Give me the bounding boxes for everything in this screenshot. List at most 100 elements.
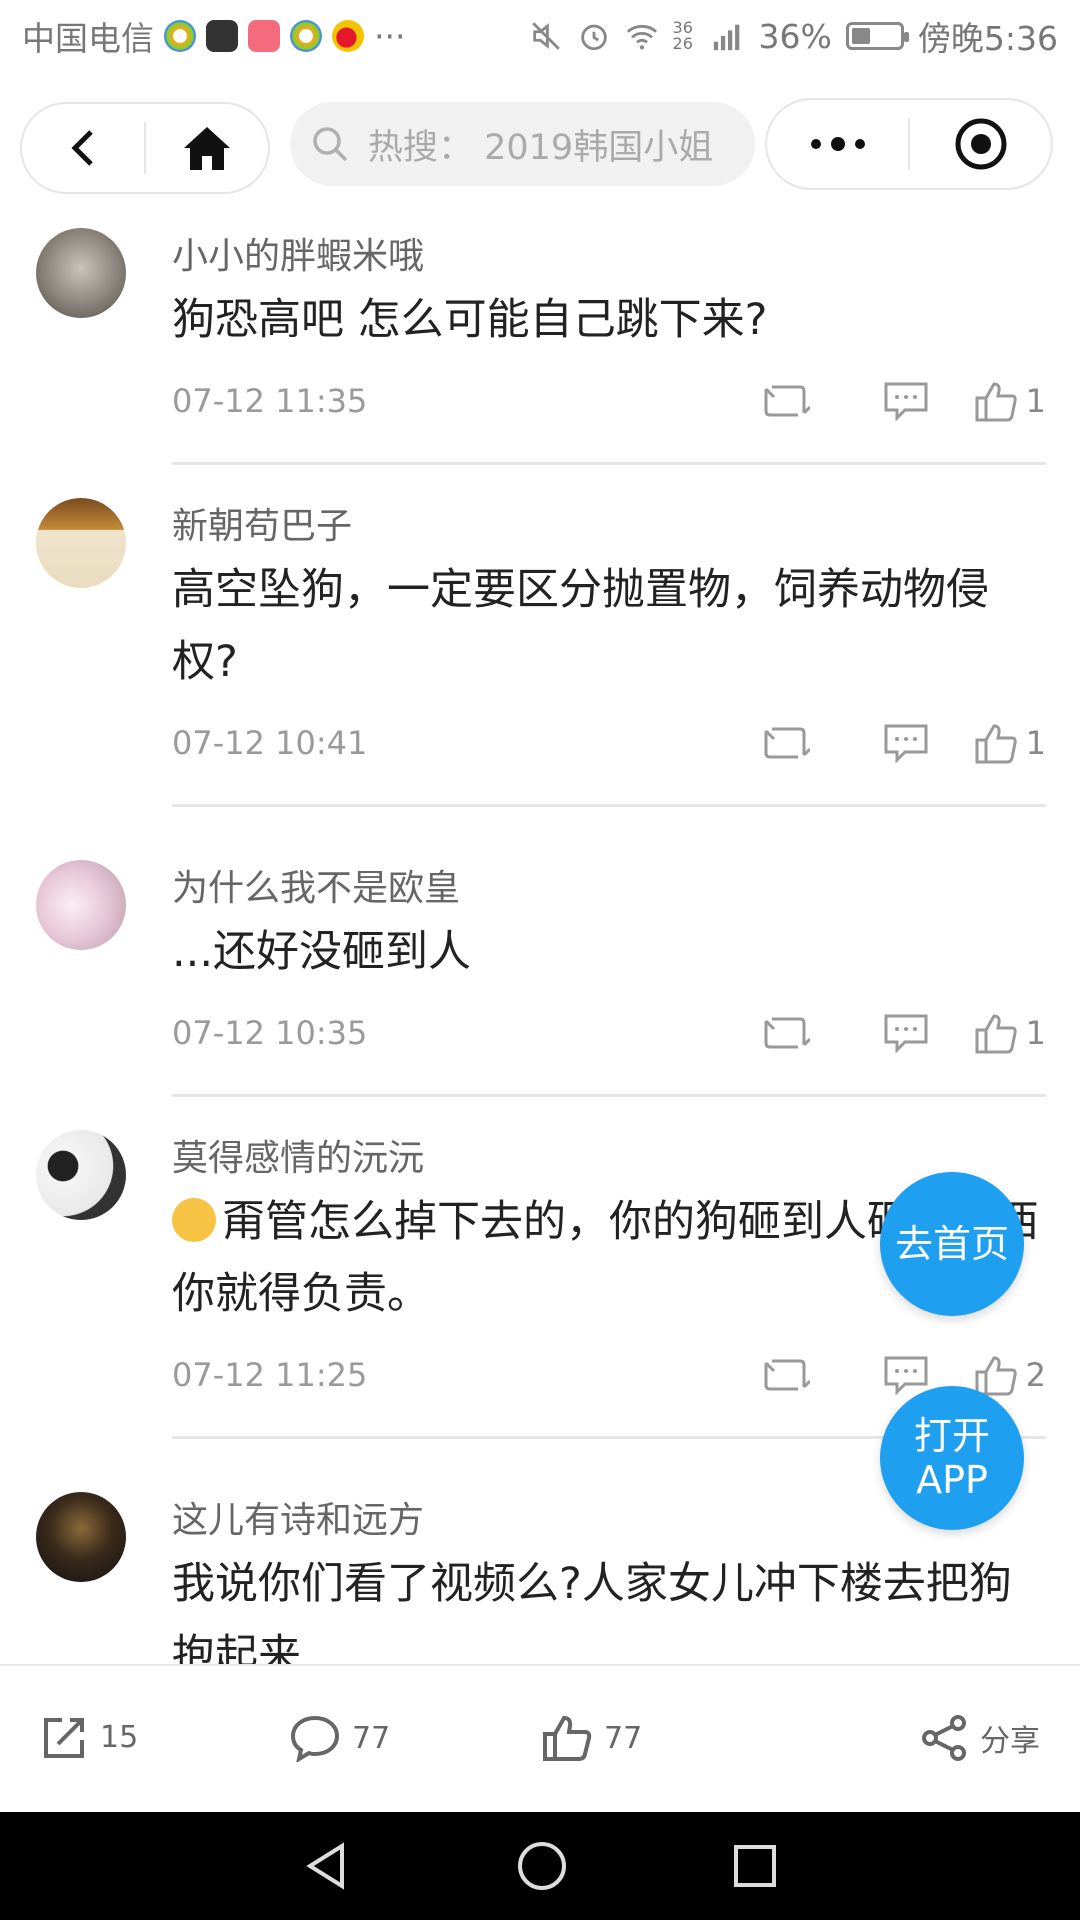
app-notification-icon-2 — [290, 20, 322, 52]
share-action[interactable]: 分享 — [920, 1714, 1040, 1762]
like-count: 1 — [1025, 382, 1046, 420]
recents-square-icon[interactable] — [732, 1843, 778, 1889]
comment-divider — [172, 462, 1046, 465]
go-home-fab[interactable]: 去首页 — [880, 1172, 1024, 1316]
home-icon — [184, 127, 230, 170]
comment-item: 为什么我不是欧皇 ...还好没砸到人 07-12 10:35 1 — [0, 846, 1080, 1097]
like-count: 1 — [1025, 1014, 1046, 1052]
chevron-left-icon — [71, 130, 93, 166]
search-input[interactable]: 热搜： 2019韩国小姐 — [290, 102, 755, 186]
comment-text: 狗恐高吧 怎么可能自己跳下来? — [172, 295, 768, 345]
avatar[interactable] — [36, 498, 126, 588]
avatar[interactable] — [36, 860, 126, 950]
comment-icon — [290, 1715, 340, 1762]
repost-icon — [764, 1017, 810, 1049]
like-count: 1 — [1025, 724, 1046, 762]
reply-button[interactable] — [846, 381, 966, 421]
thumbs-up-icon — [975, 382, 1017, 422]
bottom-action-bar: 15 77 77 分享 — [0, 1664, 1080, 1812]
shrug-emoji-icon — [172, 1198, 216, 1242]
tiktok-icon — [206, 20, 238, 52]
like-action[interactable]: 77 — [542, 1714, 642, 1762]
share-icon — [922, 1715, 966, 1761]
comment-divider — [172, 1094, 1046, 1097]
more-button[interactable] — [767, 100, 908, 188]
reply-button[interactable] — [846, 723, 966, 763]
more-notifications: ··· — [374, 16, 406, 56]
comment-time: 07-12 11:25 — [172, 1356, 368, 1394]
like-count: 2 — [1025, 1356, 1046, 1394]
repost-button[interactable] — [726, 723, 846, 763]
app-notification-icon — [164, 20, 196, 52]
nav-left-capsule — [20, 102, 270, 194]
battery-percent: 36% — [758, 16, 832, 56]
repost-count: 15 — [100, 1719, 139, 1755]
system-navigation-bar — [0, 1812, 1080, 1920]
more-dots-icon — [810, 137, 865, 151]
comment-text: 高空坠狗，一定要区分抛置物，饲养动物侵权? — [172, 565, 989, 687]
comment-username[interactable]: 莫得感情的沅沅 — [172, 1116, 1046, 1184]
network-type: 36 26 — [672, 18, 693, 53]
comment-username[interactable]: 新朝苟巴子 — [172, 484, 1046, 552]
comment-meta: 07-12 10:41 1 — [172, 702, 1046, 784]
app-red-icon — [248, 20, 280, 52]
reply-button[interactable] — [846, 1013, 966, 1053]
comment-username[interactable]: 小小的胖蝦米哦 — [172, 214, 1046, 282]
repost-action[interactable]: 15 — [42, 1714, 138, 1760]
avatar[interactable] — [36, 1492, 126, 1582]
repost-icon — [764, 1359, 810, 1391]
home-button[interactable] — [146, 104, 268, 192]
repost-button[interactable] — [726, 381, 846, 421]
comment-bubble-icon — [884, 1014, 928, 1053]
comment-time: 07-12 11:35 — [172, 382, 368, 420]
thumbs-up-icon — [975, 724, 1017, 764]
close-miniprogram-button[interactable] — [910, 100, 1051, 188]
avatar[interactable] — [36, 1130, 126, 1220]
home-circle-icon[interactable] — [516, 1840, 568, 1892]
signal-icon — [713, 24, 739, 51]
battery-icon — [845, 22, 909, 50]
open-app-fab[interactable]: 打开APP — [880, 1386, 1024, 1530]
comment-time: 07-12 10:35 — [172, 1014, 368, 1052]
status-time: 傍晚5:36 — [917, 19, 1058, 58]
like-button[interactable]: 1 — [966, 379, 1046, 423]
mute-icon — [531, 22, 560, 50]
weibo-icon — [332, 20, 364, 52]
back-triangle-icon[interactable] — [302, 1841, 352, 1891]
alarm-icon — [580, 24, 607, 51]
comment-time: 07-12 10:41 — [172, 724, 368, 762]
repost-icon — [764, 385, 810, 417]
comment-count: 77 — [352, 1720, 391, 1756]
search-icon — [313, 127, 348, 162]
repost-button[interactable] — [726, 1355, 846, 1395]
like-count-total: 77 — [604, 1720, 643, 1756]
target-close-icon — [955, 118, 1006, 170]
comment-action[interactable]: 77 — [290, 1714, 390, 1762]
comment-item: 新朝苟巴子 高空坠狗，一定要区分抛置物，饲养动物侵权? 07-12 10:41 … — [0, 484, 1080, 826]
avatar[interactable] — [36, 228, 126, 318]
comment-bubble-icon — [884, 724, 928, 763]
repost-icon — [764, 727, 810, 759]
search-placeholder: 热搜： 2019韩国小姐 — [368, 127, 714, 168]
back-button[interactable] — [22, 104, 144, 192]
comment-text: ...还好没砸到人 — [172, 927, 472, 977]
thumbs-up-icon — [975, 1356, 1017, 1396]
comment-username[interactable]: 为什么我不是欧皇 — [172, 846, 1046, 914]
thumbs-up-icon — [543, 1715, 592, 1761]
comment-item: 小小的胖蝦米哦 狗恐高吧 怎么可能自己跳下来? 07-12 11:35 1 — [0, 214, 1080, 465]
like-button[interactable]: 1 — [966, 721, 1046, 765]
wifi-icon — [626, 24, 657, 50]
status-bar: 中国电信 ··· 36 26 36% 傍晚5:36 — [0, 0, 1080, 72]
thumbs-up-icon — [975, 1014, 1017, 1054]
repost-button[interactable] — [726, 1013, 846, 1053]
repost-share-icon — [44, 1718, 84, 1758]
like-button[interactable]: 1 — [966, 1011, 1046, 1055]
comment-bubble-icon — [884, 382, 928, 421]
top-nav-bar: 热搜： 2019韩国小姐 — [0, 94, 1080, 200]
comment-meta: 07-12 10:35 1 — [172, 992, 1046, 1074]
comment-meta: 07-12 11:35 1 — [172, 360, 1046, 442]
miniprogram-capsule — [765, 98, 1053, 190]
comment-text: 我说你们看了视频么?人家女儿冲下楼去把狗抱起来 — [172, 1559, 1012, 1664]
carrier-label: 中国电信 — [22, 19, 154, 58]
comment-divider — [172, 804, 1046, 807]
